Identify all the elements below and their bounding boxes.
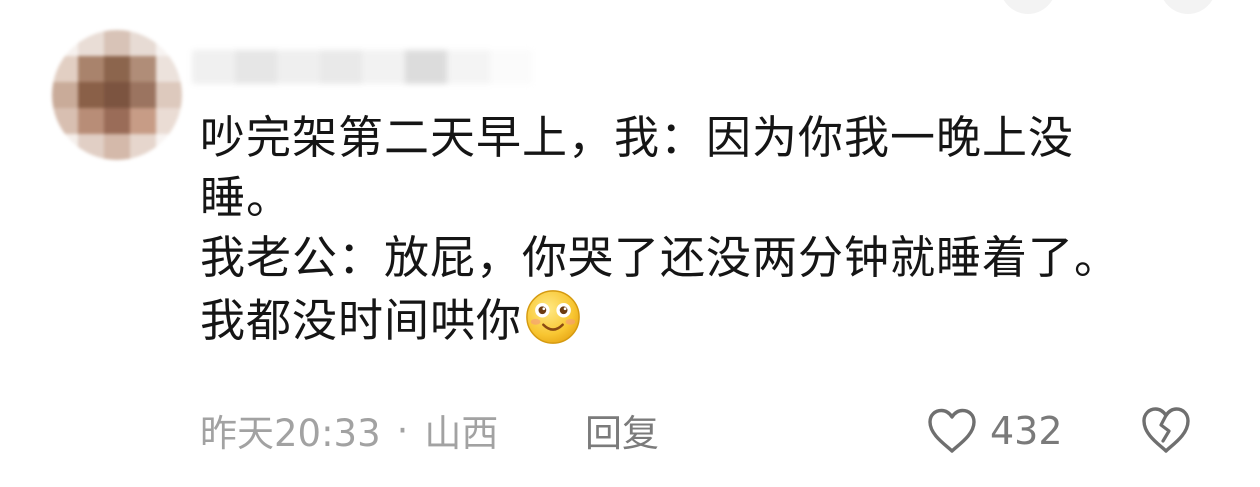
broken-heart-icon[interactable] xyxy=(1140,405,1192,455)
comment-line: 睡。 xyxy=(200,171,293,224)
comment-line-text: 我都没时间哄你 xyxy=(200,294,523,347)
meta-separator: · xyxy=(396,408,409,452)
top-action-button-1[interactable] xyxy=(1000,0,1056,14)
comment-line: 吵完架第二天早上，我：因为你我一晚上没 xyxy=(200,111,1075,164)
comment-meta: 昨天20:33 · 山西 xyxy=(200,400,498,460)
reply-label: 回复 xyxy=(585,412,659,455)
heart-outline-icon xyxy=(928,408,976,453)
top-action-button-2[interactable] xyxy=(1160,0,1216,14)
comment-location: 山西 xyxy=(424,412,499,455)
comment-text: 吵完架第二天早上，我：因为你我一晚上没 睡。 我老公：放屁，你哭了还没两分钟就睡… xyxy=(200,108,1210,351)
comment-line-last: 我都没时间哄你 xyxy=(200,288,1210,351)
comment-time: 昨天20:33 xyxy=(200,412,381,455)
avatar[interactable] xyxy=(52,30,182,160)
like-count: 432 xyxy=(990,409,1063,453)
smiling-face-emoji-icon xyxy=(526,290,580,344)
username-blurred[interactable] xyxy=(192,50,532,84)
comment-line: 我老公：放屁，你哭了还没两分钟就睡着了。 xyxy=(200,231,1121,284)
reply-button[interactable]: 回复 xyxy=(585,400,659,460)
like-button[interactable]: 432 xyxy=(926,403,1063,459)
